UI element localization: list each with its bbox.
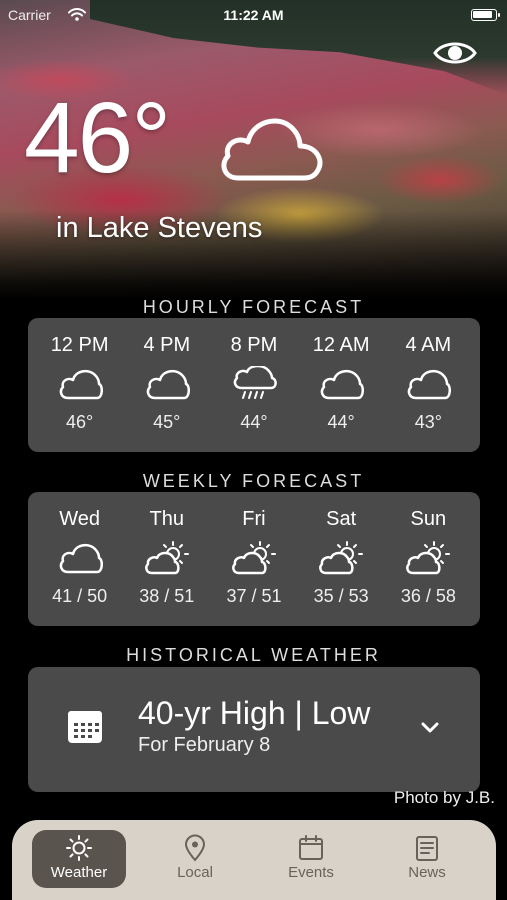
weekly-forecast-value: 36 / 58 bbox=[400, 586, 456, 606]
weekly-forecast-title: WEEKLY FORECAST bbox=[142, 471, 365, 491]
weekly-forecast-value: 41 / 50 bbox=[52, 586, 108, 606]
eye-icon[interactable] bbox=[433, 36, 477, 70]
cloud-icon bbox=[144, 366, 190, 402]
battery-icon bbox=[471, 9, 500, 21]
tab-local-label: Local bbox=[177, 864, 213, 881]
tab-local[interactable]: Local bbox=[148, 830, 242, 888]
hourly-forecast-label: 8 PM bbox=[230, 334, 278, 356]
weekly-forecast-item: Wed 41 / 50 bbox=[40, 506, 120, 607]
hourly-forecast-item: 4 PM 45° bbox=[127, 332, 207, 433]
cloud-icon bbox=[57, 366, 103, 402]
tab-news[interactable]: News bbox=[380, 830, 474, 888]
status-time: 11:22 AM bbox=[223, 7, 284, 23]
cloud-icon bbox=[318, 366, 365, 402]
hourly-forecast-item: 12 PM 46° bbox=[40, 332, 120, 433]
calendar-icon bbox=[68, 711, 102, 743]
weekly-forecast-value: 38 / 51 bbox=[139, 586, 195, 606]
calendar-icon bbox=[299, 835, 323, 860]
hourly-forecast-card: 12 PM 46° 4 PM 45° 8 PM 44° 12 AM 44° 4 AM 43° bbox=[28, 318, 480, 452]
location-pin-icon bbox=[184, 834, 206, 862]
hourly-forecast-title: HOURLY FORECAST bbox=[142, 297, 365, 317]
historical-heading: 40-yr High | Low bbox=[138, 695, 371, 731]
weekly-forecast-card: Wed 41 / 50 Thu 38 / 51 Fri 37 / 51 Sat 35 / 53… bbox=[28, 492, 480, 626]
tab-events[interactable]: Events bbox=[264, 830, 358, 888]
tab-weather[interactable]: Weather bbox=[32, 830, 126, 888]
weekly-forecast-label: Sat bbox=[326, 508, 357, 530]
hourly-forecast-label: 4 AM bbox=[405, 334, 452, 356]
battery-fill bbox=[473, 11, 492, 18]
current-temperature: 46° bbox=[24, 82, 171, 194]
chevron-down-icon[interactable] bbox=[420, 721, 440, 735]
historical-weather-title: HISTORICAL WEATHER bbox=[126, 645, 381, 665]
cloud-icon bbox=[405, 366, 452, 402]
tab-weather-label: Weather bbox=[50, 864, 108, 881]
weekly-forecast-label: Sun bbox=[410, 508, 447, 530]
cloud-icon bbox=[221, 118, 323, 181]
hourly-forecast-item: 8 PM 44° bbox=[214, 332, 294, 433]
weekly-forecast-label: Thu bbox=[149, 508, 185, 530]
tab-news-label: News bbox=[408, 864, 446, 881]
tab-bar: Weather Local Events News bbox=[12, 820, 496, 900]
partly-sunny-icon bbox=[405, 540, 451, 576]
cloud-icon bbox=[57, 540, 103, 576]
sun-icon bbox=[66, 835, 92, 861]
location-label: in Lake Stevens bbox=[56, 212, 263, 244]
weekly-forecast-item: Fri 37 / 51 bbox=[214, 506, 294, 607]
rain-icon bbox=[231, 364, 277, 402]
weekly-forecast-label: Fri bbox=[242, 508, 266, 530]
hourly-forecast-value: 44° bbox=[240, 412, 268, 432]
tab-events-label: Events bbox=[288, 864, 334, 881]
hourly-forecast-row: 12 PM 46° 4 PM 45° 8 PM 44° 12 AM 44° 4 AM 43° bbox=[28, 318, 480, 433]
partly-sunny-icon bbox=[231, 540, 277, 576]
hourly-forecast-item: 12 AM 44° bbox=[301, 332, 381, 433]
hourly-forecast-item: 4 AM 43° bbox=[388, 332, 468, 433]
partly-sunny-icon bbox=[144, 540, 190, 576]
status-bar: Carrier 11:22 AM bbox=[0, 6, 507, 26]
hourly-forecast-label: 12 AM bbox=[312, 334, 370, 356]
hourly-forecast-value: 46° bbox=[65, 412, 94, 432]
weekly-forecast-label: Wed bbox=[59, 508, 100, 530]
hourly-forecast-value: 44° bbox=[327, 412, 355, 432]
partly-sunny-icon bbox=[318, 540, 364, 576]
historical-weather-card[interactable]: 40-yr High | Low For February 8 bbox=[28, 667, 480, 792]
weekly-forecast-item: Thu 38 / 51 bbox=[127, 506, 207, 607]
historical-date: For February 8 bbox=[138, 734, 271, 756]
weekly-forecast-row: Wed 41 / 50 Thu 38 / 51 Fri 37 / 51 Sat 35 / 53… bbox=[28, 492, 480, 607]
weekly-forecast-item: Sun 36 / 58 bbox=[388, 506, 468, 607]
hourly-forecast-label: 4 PM bbox=[143, 334, 191, 356]
weekly-forecast-value: 37 / 51 bbox=[226, 586, 282, 606]
weekly-forecast-value: 35 / 53 bbox=[313, 586, 369, 606]
hourly-forecast-label: 12 PM bbox=[50, 334, 109, 356]
weekly-forecast-item: Sat 35 / 53 bbox=[301, 506, 381, 607]
news-icon bbox=[416, 836, 438, 861]
hourly-forecast-value: 43° bbox=[414, 412, 442, 432]
hourly-forecast-value: 45° bbox=[153, 412, 181, 432]
photo-credit: Photo by J.B. bbox=[393, 788, 495, 807]
